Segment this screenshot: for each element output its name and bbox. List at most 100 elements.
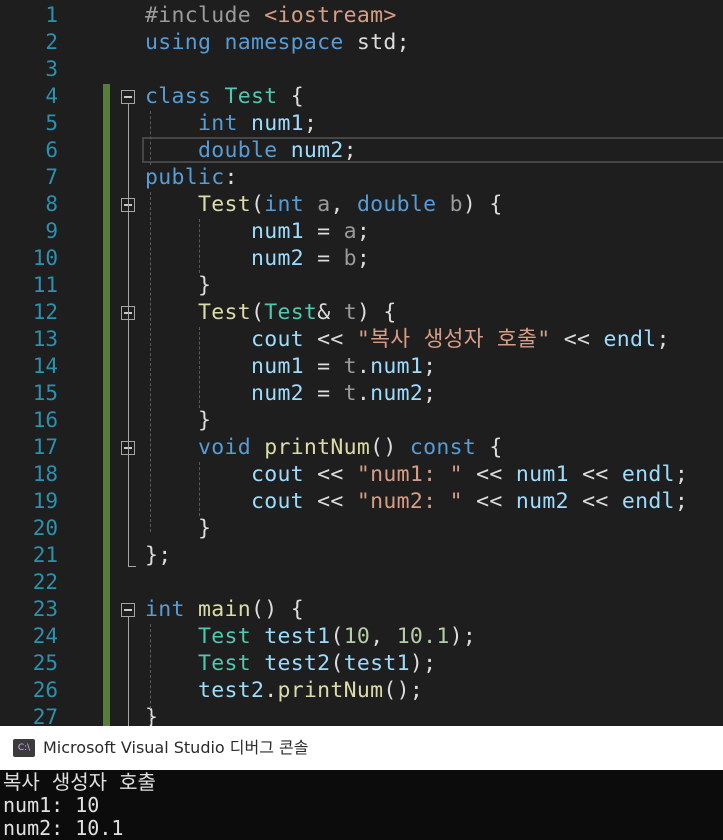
fold-outline-class-end [128,566,136,567]
code-token: : [224,165,238,190]
code-token: a [317,192,331,217]
console-output-area[interactable]: 복사 생성자 호출 num1: 10 num2: 10.1 [0,770,723,840]
code-token: { [277,84,304,109]
console-window-title: Microsoft Visual Studio 디버그 콘솔 [43,738,309,757]
code-text: Test test1(10, 10.1); [145,623,476,650]
code-token: b [343,246,357,271]
code-token: using namespace [145,30,357,55]
line-number: 22 [32,570,58,594]
line-number: 2 [45,30,58,54]
code-text: num1 = t.num1; [145,353,436,380]
code-text: Test(int a, double b) { [145,191,503,218]
code-token: & [317,300,344,325]
code-text: Test(Test& t) { [145,299,397,326]
code-token: Test [145,300,251,325]
line-number: 6 [45,138,58,162]
code-line[interactable]: 1 #include <iostream> [0,2,723,29]
code-token: "num1: " [356,462,463,487]
code-token: num2 [370,381,424,406]
code-token: = [303,381,344,406]
code-token: t [343,381,357,406]
code-line[interactable]: 3 [0,56,723,83]
code-token: test1 [343,651,410,676]
code-text: } [145,407,211,434]
code-token: << [462,489,516,514]
code-token: . [264,678,278,703]
line-number: 10 [32,246,58,270]
code-token: t [343,354,357,379]
line-number: 12 [32,300,58,324]
console-output-line: num2: 10.1 [3,816,124,840]
fold-toggle-main[interactable] [121,603,135,617]
change-tracking-bar [103,84,110,726]
line-number: 26 [32,678,58,702]
code-token: ; [656,327,670,352]
line-number: 11 [32,273,58,297]
code-token: << [550,327,604,352]
code-text: public: [145,164,238,191]
line-number: 5 [45,111,58,135]
code-token: Test [224,84,278,109]
code-token: Test [264,300,318,325]
code-token: } [145,705,159,726]
code-token: . [356,381,371,406]
code-token: ; [356,219,371,244]
line-number: 19 [32,489,58,513]
code-token: ); [409,651,437,676]
line-number: 3 [45,57,58,81]
indent-guide [150,192,151,532]
code-token: printNum [264,435,371,460]
code-token: int [145,597,198,622]
line-number: 17 [32,435,58,459]
fold-toggle-class-test[interactable] [121,90,135,104]
code-token: #include [145,3,265,28]
code-token: ( [250,192,265,217]
line-number: 15 [32,381,58,405]
code-text: void printNum() const { [145,434,503,461]
code-token: t [343,300,357,325]
code-text: test2.printNum(); [145,677,423,704]
code-text: } [145,272,211,299]
code-token: } [145,273,212,298]
line-number: 20 [32,516,58,540]
code-line[interactable]: 2 using namespace std; [0,29,723,56]
code-text: } [145,704,158,726]
code-token: 10 [343,624,371,649]
indent-guide [199,327,200,408]
console-title-bar[interactable]: C:\ Microsoft Visual Studio 디버그 콘솔 [0,726,723,770]
code-text: }; [145,542,172,569]
code-token: } [145,408,212,433]
code-token: ); [449,624,477,649]
line-number: 7 [45,165,58,189]
line-number: 4 [45,84,58,108]
code-token: endl [621,462,675,487]
code-token: num2 [145,246,304,271]
fold-outline-class [128,104,129,566]
line-number: 27 [32,705,58,726]
code-token: ; [423,381,437,406]
code-token: , [330,192,357,217]
code-token: = [303,354,344,379]
code-token: ; [674,462,689,487]
code-text: int main() { [145,596,304,623]
code-token: num1 [370,354,424,379]
line-number: 23 [32,597,58,621]
code-token: ) { [462,192,503,217]
indent-guide [199,219,200,273]
code-editor[interactable]: 1 #include <iostream> 2 using namespace std… [0,0,723,726]
line-number: 25 [32,651,58,675]
code-token: int [145,111,251,136]
code-text: num2 = t.num2; [145,380,436,407]
fold-outline-main [128,617,129,726]
line-number: 14 [32,354,58,378]
code-token: cout [145,489,304,514]
code-token: endl [603,327,657,352]
code-token: num1 [515,462,569,487]
code-token: cout [145,327,304,352]
code-text: } [145,515,211,542]
code-token: Test [145,192,251,217]
code-token: Test [145,651,265,676]
code-token: <iostream> [264,3,397,28]
code-token: "num2: " [356,489,463,514]
code-token: cout [145,462,304,487]
